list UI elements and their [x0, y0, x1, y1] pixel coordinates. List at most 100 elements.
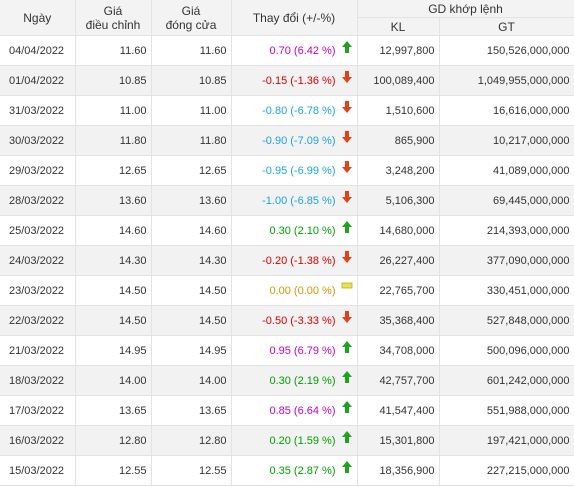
cell-date: 29/03/2022 [0, 155, 76, 186]
cell-value: 227,215,000,000 [439, 455, 574, 486]
table-row: 04/04/2022 11.60 11.60 0.70 (6.42 %) 12,997,… [0, 35, 574, 66]
arrow-down-icon [341, 130, 353, 144]
table-row: 18/03/2022 14.00 14.00 0.30 (2.19 %) 42,757,… [0, 365, 574, 396]
cell-date: 23/03/2022 [0, 275, 76, 306]
arrow-up-icon [341, 460, 353, 474]
arrow-down-icon [341, 160, 353, 174]
table-row: 25/03/2022 14.60 14.60 0.30 (2.10 %) 14,680,… [0, 215, 574, 246]
cell-volume: 15,301,800 [357, 425, 440, 456]
cell-volume: 41,547,400 [357, 395, 440, 426]
cell-volume: 26,227,400 [357, 245, 440, 276]
cell-volume: 22,765,700 [357, 275, 440, 306]
cell-date: 21/03/2022 [0, 335, 76, 366]
unchanged-icon [341, 280, 353, 294]
arrow-down-icon [341, 190, 353, 204]
cell-adjusted-price: 10.85 [75, 65, 152, 96]
cell-value: 150,526,000,000 [439, 35, 574, 66]
cell-value: 10,217,000,000 [439, 125, 574, 156]
table-row: 17/03/2022 13.65 13.65 0.85 (6.64 %) 41,547,… [0, 395, 574, 426]
cell-close-price: 11.80 [151, 125, 232, 156]
price-history-table: Ngày Giá điều chỉnh Giá đóng cửa Thay đổ… [0, 0, 574, 486]
cell-date: 30/03/2022 [0, 125, 76, 156]
table-row: 22/03/2022 14.50 14.50 -0.50 (-3.33 %) 35,36… [0, 305, 574, 336]
cell-adjusted-price: 11.60 [75, 35, 152, 66]
cell-change: 0.95 (6.79 %) [231, 335, 358, 366]
cell-change: 0.30 (2.10 %) [231, 215, 358, 246]
table-row: 28/03/2022 13.60 13.60 -1.00 (-6.85 %) 5,106… [0, 185, 574, 216]
cell-close-price: 12.55 [151, 455, 232, 486]
cell-value: 214,393,000,000 [439, 215, 574, 246]
cell-change: -0.20 (-1.38 %) [231, 245, 358, 276]
change-value: 0.00 (0.00 %) [269, 284, 336, 297]
cell-adjusted-price: 11.80 [75, 125, 152, 156]
change-value: -0.90 (-7.09 %) [262, 134, 336, 147]
cell-value: 69,445,000,000 [439, 185, 574, 216]
arrow-up-icon [341, 220, 353, 234]
cell-date: 18/03/2022 [0, 365, 76, 396]
table-row: 16/03/2022 12.80 12.80 0.20 (1.59 %) 15,301,… [0, 425, 574, 456]
cell-change: 0.00 (0.00 %) [231, 275, 358, 306]
change-value: 0.30 (2.19 %) [269, 374, 336, 387]
cell-volume: 3,248,200 [357, 155, 440, 186]
arrow-down-icon [341, 310, 353, 324]
cell-change: -1.00 (-6.85 %) [231, 185, 358, 216]
cell-volume: 14,680,000 [357, 215, 440, 246]
cell-volume: 18,356,900 [357, 455, 440, 486]
table-row: 31/03/2022 11.00 11.00 -0.80 (-6.78 %) 1,510… [0, 95, 574, 126]
cell-value: 377,090,000,000 [439, 245, 574, 276]
cell-date: 15/03/2022 [0, 455, 76, 486]
header-date[interactable]: Ngày [0, 0, 76, 36]
arrow-down-icon [341, 70, 353, 84]
table-row: 15/03/2022 12.55 12.55 0.35 (2.87 %) 18,356,… [0, 455, 574, 486]
header-volume[interactable]: KL [357, 17, 440, 36]
cell-volume: 1,510,600 [357, 95, 440, 126]
cell-change: 0.35 (2.87 %) [231, 455, 358, 486]
cell-volume: 865,900 [357, 125, 440, 156]
cell-change: 0.70 (6.42 %) [231, 35, 358, 66]
cell-close-price: 12.80 [151, 425, 232, 456]
cell-change: -0.80 (-6.78 %) [231, 95, 358, 126]
change-value: -0.95 (-6.99 %) [262, 164, 336, 177]
header-adjusted-price[interactable]: Giá điều chỉnh [75, 0, 152, 36]
cell-close-price: 13.60 [151, 185, 232, 216]
header-value[interactable]: GT [439, 17, 574, 36]
cell-adjusted-price: 14.00 [75, 365, 152, 396]
cell-date: 04/04/2022 [0, 35, 76, 66]
table-row: 01/04/2022 10.85 10.85 -0.15 (-1.36 %) 100,0… [0, 65, 574, 96]
cell-value: 197,421,000,000 [439, 425, 574, 456]
change-value: -0.15 (-1.36 %) [262, 74, 336, 87]
cell-adjusted-price: 13.60 [75, 185, 152, 216]
header-close-price[interactable]: Giá đóng cửa [151, 0, 232, 36]
table-row: 30/03/2022 11.80 11.80 -0.90 (-7.09 %) 865,9… [0, 125, 574, 156]
arrow-down-icon [341, 250, 353, 264]
cell-change: 0.30 (2.19 %) [231, 365, 358, 396]
cell-value: 330,451,000,000 [439, 275, 574, 306]
cell-adjusted-price: 12.55 [75, 455, 152, 486]
cell-volume: 34,708,000 [357, 335, 440, 366]
cell-date: 28/03/2022 [0, 185, 76, 216]
arrow-up-icon [341, 340, 353, 354]
cell-value: 500,096,000,000 [439, 335, 574, 366]
cell-close-price: 14.00 [151, 365, 232, 396]
header-change[interactable]: Thay đổi (+/-%) [231, 0, 358, 36]
cell-close-price: 14.60 [151, 215, 232, 246]
header-row: Ngày Giá điều chỉnh Giá đóng cửa Thay đổ… [0, 0, 574, 36]
cell-value: 1,049,955,000,000 [439, 65, 574, 96]
cell-adjusted-price: 11.00 [75, 95, 152, 126]
cell-value: 601,242,000,000 [439, 365, 574, 396]
change-value: 0.30 (2.10 %) [269, 224, 336, 237]
arrow-down-icon [341, 100, 353, 114]
table-body: 04/04/2022 11.60 11.60 0.70 (6.42 %) 12,997,… [0, 35, 574, 486]
cell-volume: 100,089,400 [357, 65, 440, 96]
header-matched-trading: GD khớp lệnh [357, 0, 574, 18]
cell-volume: 5,106,300 [357, 185, 440, 216]
cell-volume: 35,368,400 [357, 305, 440, 336]
cell-date: 16/03/2022 [0, 425, 76, 456]
cell-date: 24/03/2022 [0, 245, 76, 276]
header-adjusted-price-line1: Giá [103, 3, 123, 18]
cell-close-price: 11.00 [151, 95, 232, 126]
change-value: 0.95 (6.79 %) [269, 344, 336, 357]
arrow-up-icon [341, 430, 353, 444]
cell-close-price: 13.65 [151, 395, 232, 426]
cell-value: 527,848,000,000 [439, 305, 574, 336]
